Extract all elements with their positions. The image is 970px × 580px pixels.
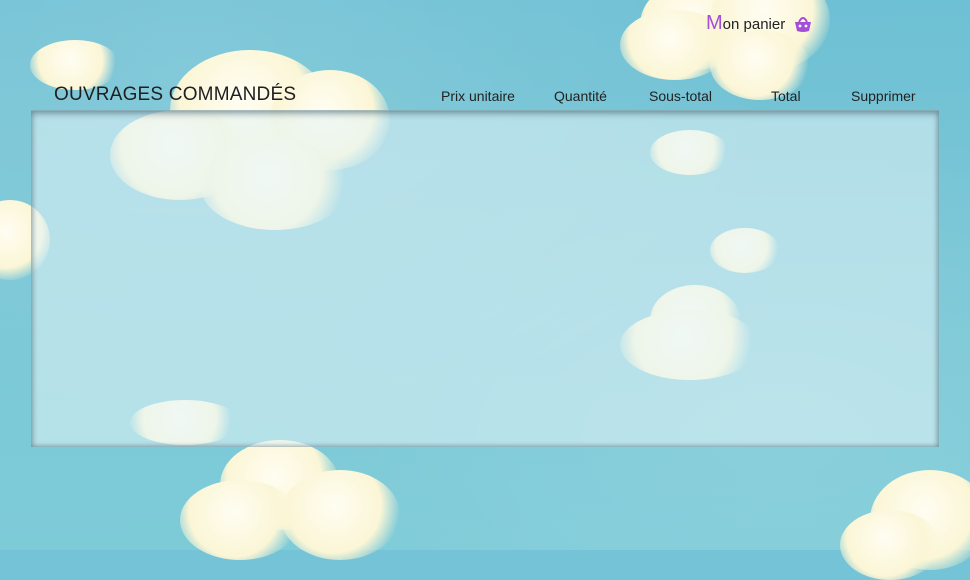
cart-link[interactable]: Mon panier	[706, 12, 813, 35]
column-quantity: Quantité	[554, 88, 607, 104]
cart-label-initial: M	[706, 12, 723, 34]
cart-label-rest: on panier	[722, 16, 786, 33]
orders-title: OUVRAGES COMMANDÉS	[54, 84, 297, 105]
basket-icon	[793, 15, 813, 33]
cloud-decoration	[180, 440, 400, 560]
orders-panel	[31, 110, 939, 447]
column-unit-price: Prix unitaire	[441, 88, 515, 104]
orders-header: OUVRAGES COMMANDÉS Prix unitaire Quantit…	[32, 82, 938, 110]
cloud-decoration	[840, 470, 970, 580]
column-remove: Supprimer	[851, 88, 916, 104]
column-subtotal: Sous-total	[649, 88, 713, 104]
cart-label: Mon panier	[706, 12, 785, 35]
column-total: Total	[771, 88, 801, 104]
